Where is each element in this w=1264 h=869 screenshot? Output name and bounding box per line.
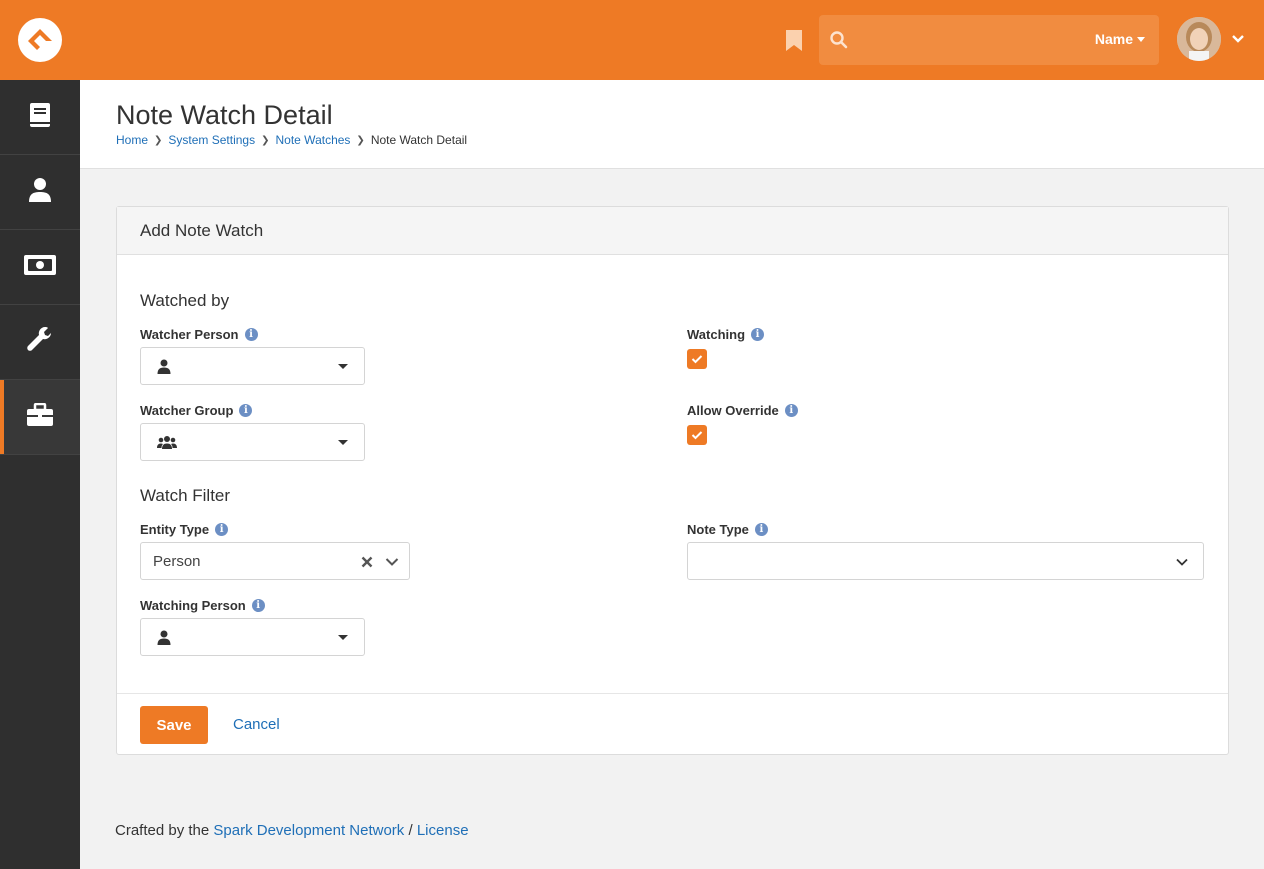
spark-link[interactable]: Spark Development Network [213,822,404,839]
chevron-down-icon [1175,555,1189,572]
page-header: Note Watch Detail Home ❯ System Settings… [80,80,1264,169]
license-link[interactable]: License [417,822,469,839]
breadcrumb-home[interactable]: Home [116,133,148,147]
watching-label: Watching i [687,327,765,342]
cancel-link[interactable]: Cancel [233,716,280,733]
watching-person-picker[interactable] [140,618,365,656]
entity-type-label-text: Entity Type [140,522,210,537]
check-icon [691,431,703,440]
caret-down-icon [338,364,348,369]
add-note-watch-panel: Add Note Watch Watched by Watcher Person… [116,206,1229,755]
entity-type-select[interactable]: Person [140,542,410,580]
person-icon [157,630,171,650]
note-type-select[interactable] [687,542,1204,580]
watching-person-label-text: Watching Person [140,598,246,613]
avatar[interactable] [1177,17,1221,61]
watching-person-label: Watching Person i [140,598,265,613]
allow-override-checkbox[interactable] [687,425,707,445]
watcher-person-label-text: Watcher Person [140,327,239,342]
sidebar-item-finance[interactable] [0,230,80,305]
info-icon[interactable]: i [751,328,765,341]
info-icon[interactable]: i [754,523,768,536]
watched-by-heading: Watched by [140,291,230,310]
person-icon [28,177,52,208]
chevron-down-icon [385,555,399,572]
search-scope-dropdown[interactable]: Name [1095,31,1145,47]
search-box: Name [819,15,1159,65]
footer-separator: / [408,822,413,839]
caret-down-icon [338,635,348,640]
caret-down-icon [338,440,348,445]
note-type-label-text: Note Type [687,522,749,537]
panel-heading: Add Note Watch [117,207,1228,255]
chevron-down-icon[interactable] [1230,31,1246,47]
watcher-group-label-text: Watcher Group [140,403,234,418]
sidebar-item-tools[interactable] [0,305,80,380]
money-bill-icon [23,254,57,281]
note-type-label: Note Type i [687,522,768,537]
watching-checkbox[interactable] [687,349,707,369]
chevron-right-icon: ❯ [154,134,163,146]
chevron-right-icon: ❯ [261,134,270,146]
top-bar: Name [0,0,1264,80]
sidebar-item-book[interactable] [0,80,80,155]
entity-type-value: Person [153,553,201,570]
breadcrumb-note-watches[interactable]: Note Watches [276,133,351,147]
entity-type-label: Entity Type i [140,522,229,537]
allow-override-label: Allow Override i [687,403,798,418]
info-icon[interactable]: i [239,404,253,417]
person-icon [157,359,171,379]
watcher-person-label: Watcher Person i [140,327,258,342]
rock-logo-icon[interactable] [18,18,62,62]
page-title: Note Watch Detail [116,100,333,130]
bookmark-icon[interactable] [785,29,803,52]
book-icon [29,102,51,133]
info-icon[interactable]: i [244,328,258,341]
breadcrumb: Home ❯ System Settings ❯ Note Watches ❯ … [116,133,467,147]
page-footer: Crafted by the Spark Development Network… [115,822,469,839]
panel-footer-divider [117,693,1228,694]
sidebar-item-admin[interactable] [0,380,80,455]
info-icon[interactable]: i [251,599,265,612]
footer-prefix: Crafted by the [115,822,210,839]
sidebar [0,80,80,869]
search-input[interactable] [857,25,1087,55]
info-icon[interactable]: i [784,404,798,417]
caret-down-icon [1137,36,1145,42]
users-icon [157,435,177,455]
check-icon [691,355,703,364]
watcher-group-picker[interactable] [140,423,365,461]
clear-icon[interactable] [361,555,373,572]
breadcrumb-system-settings[interactable]: System Settings [168,133,255,147]
chevron-right-icon: ❯ [356,134,365,146]
watching-label-text: Watching [687,327,746,342]
panel-title: Add Note Watch [140,221,264,240]
info-icon[interactable]: i [215,523,229,536]
watcher-person-picker[interactable] [140,347,365,385]
watch-filter-heading: Watch Filter [140,486,231,505]
wrench-icon [26,326,54,359]
allow-override-label-text: Allow Override [687,403,779,418]
search-icon [829,30,849,50]
sidebar-item-people[interactable] [0,155,80,230]
briefcase-icon [26,402,54,432]
watcher-group-label: Watcher Group i [140,403,253,418]
search-scope-label: Name [1094,31,1133,47]
breadcrumb-current: Note Watch Detail [370,133,468,147]
save-button[interactable]: Save [140,706,208,744]
